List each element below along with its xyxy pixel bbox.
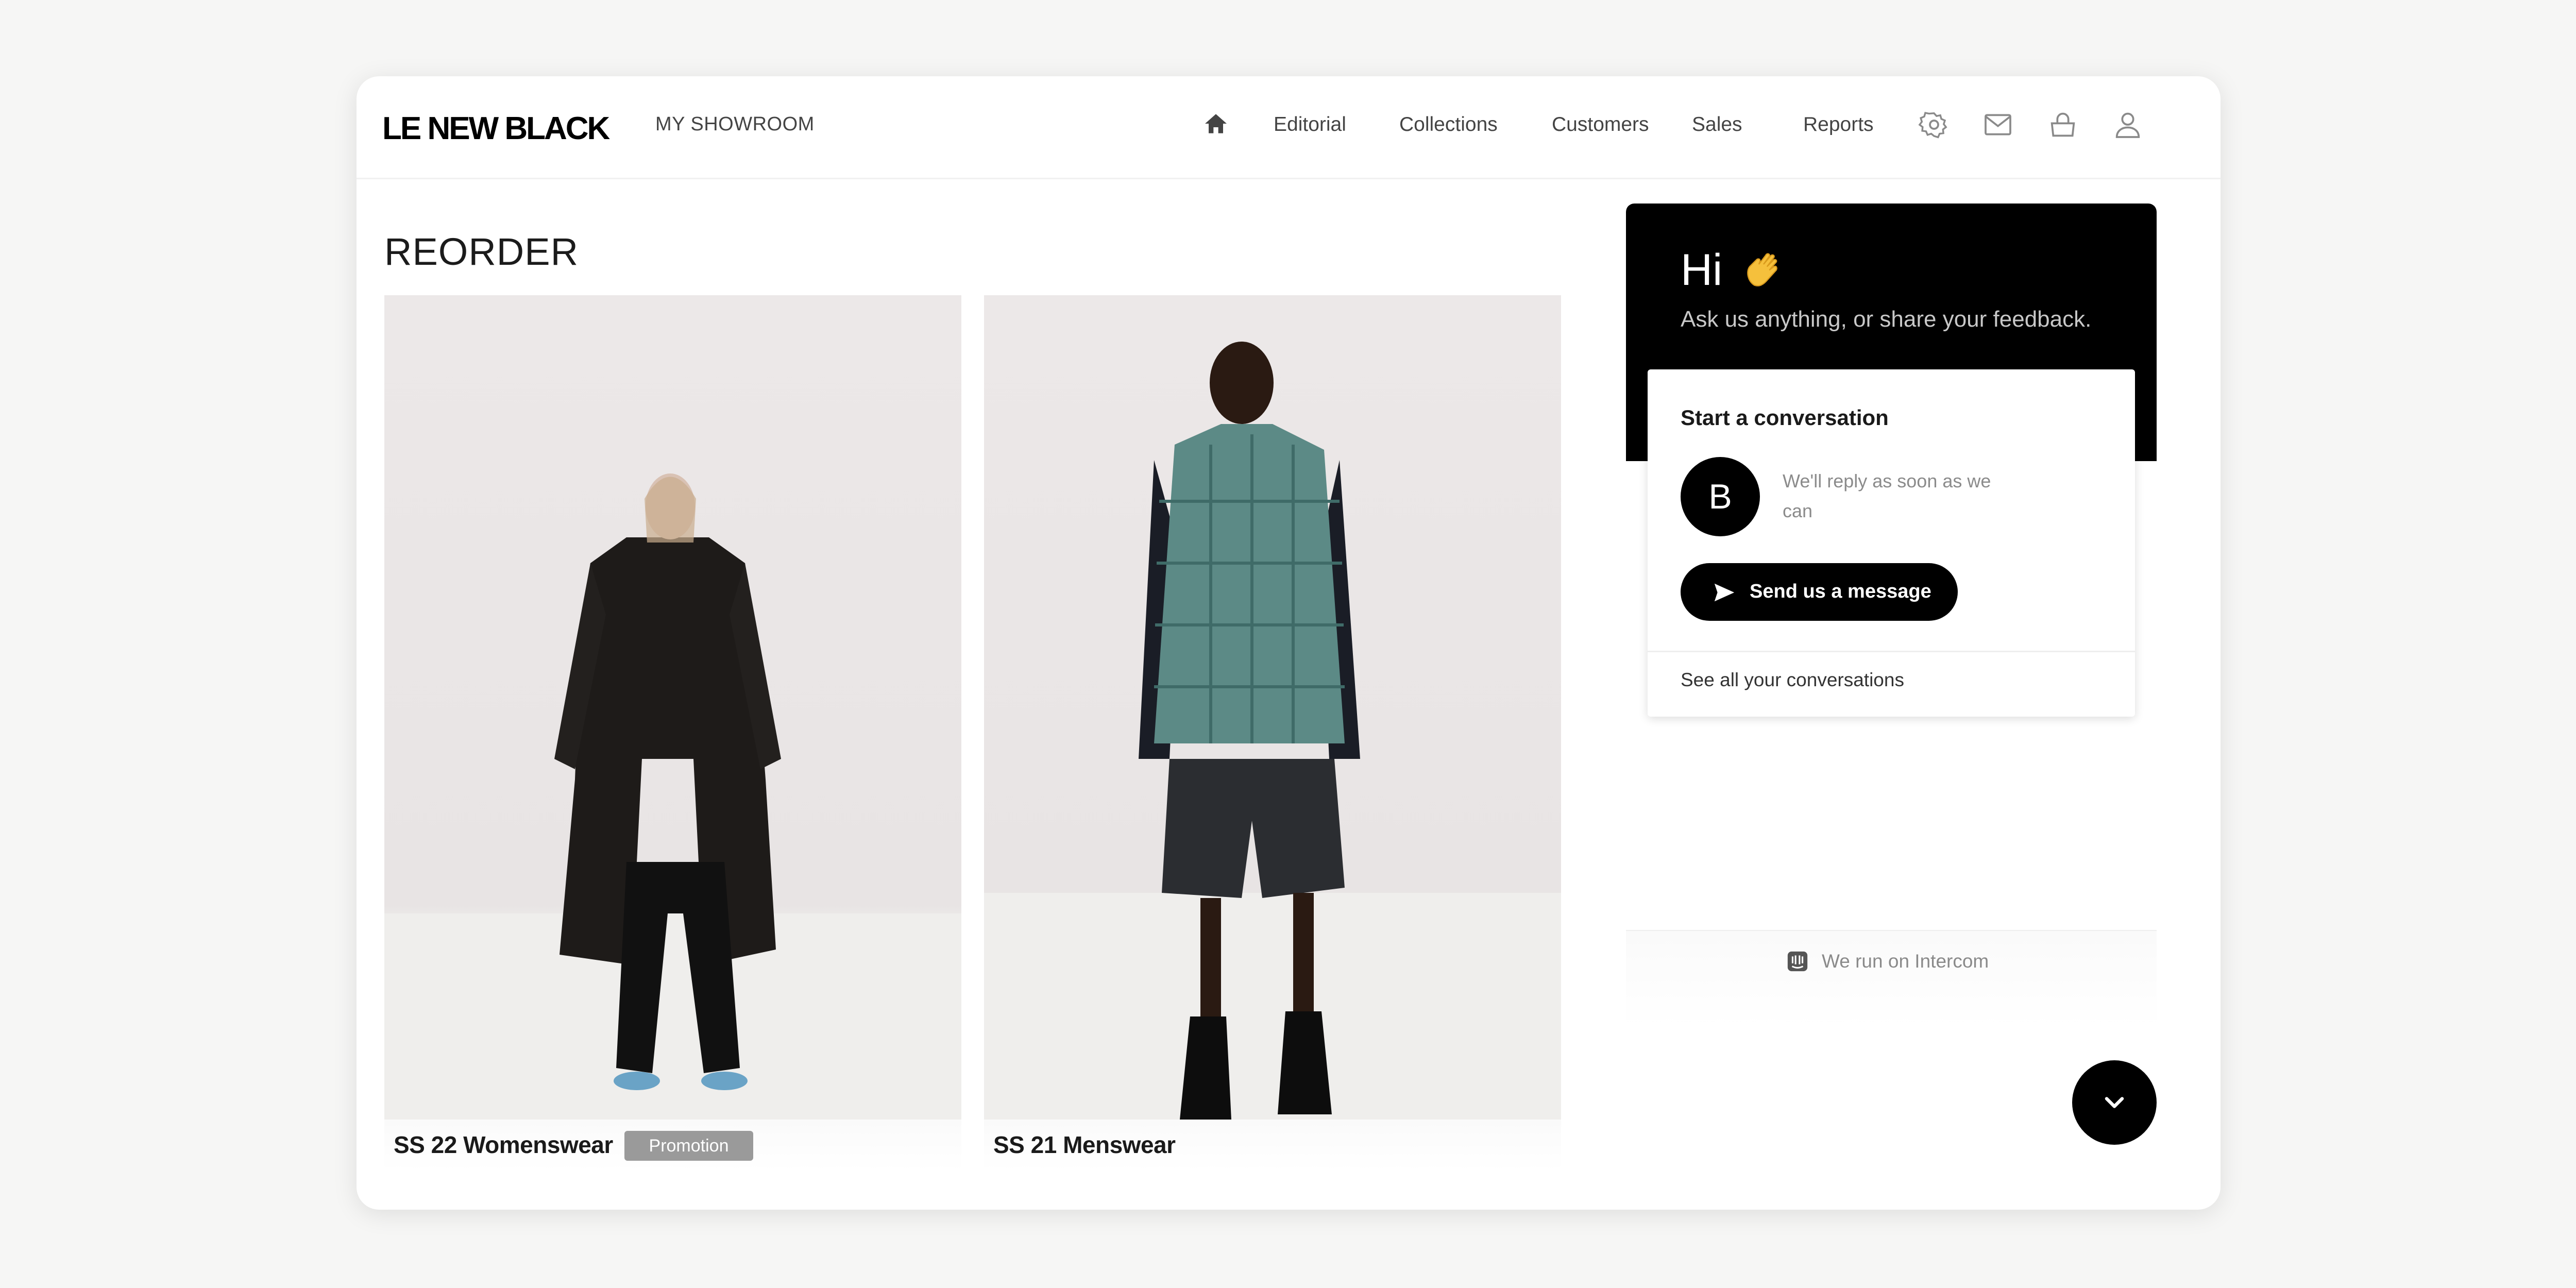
nav-item-reports[interactable]: Reports bbox=[1803, 113, 1874, 136]
top-navigation-bar: LE NEW BLACK MY SHOWROOM Editorial Colle… bbox=[357, 76, 2221, 179]
reply-time-note: We'll reply as soon as we can bbox=[1783, 470, 1991, 521]
messenger-footer: We run on Intercom bbox=[1626, 930, 2157, 1028]
inbox-icon[interactable] bbox=[1981, 108, 2014, 141]
collection-photo[interactable] bbox=[984, 295, 1561, 1120]
user-icon[interactable] bbox=[2111, 108, 2144, 141]
greeting-text: Hi bbox=[1681, 245, 1723, 295]
card-title: SS 21 Menswear bbox=[993, 1131, 1176, 1158]
intercom-messenger: Hi Ask us anything, or share your feedba… bbox=[1626, 204, 2157, 1028]
messenger-subtitle: Ask us anything, or share your feedback. bbox=[1681, 307, 2092, 332]
start-conversation-card: Start a conversation B We'll reply as so… bbox=[1648, 369, 2135, 717]
chevron-down-icon bbox=[2105, 1097, 2124, 1108]
app-window: LE NEW BLACK MY SHOWROOM Editorial Colle… bbox=[357, 76, 2221, 1210]
conversation-card-title: Start a conversation bbox=[1681, 405, 1889, 430]
collection-card-womenswear[interactable]: SS 22 Womenswear Promotion bbox=[384, 295, 961, 1171]
brand-logo[interactable]: LE NEW BLACK bbox=[382, 110, 610, 147]
team-avatar: B bbox=[1681, 457, 1760, 536]
collection-photo[interactable] bbox=[384, 295, 961, 1120]
card-title: SS 22 Womenswear bbox=[394, 1131, 613, 1158]
divider bbox=[1648, 651, 2135, 652]
my-showroom-link[interactable]: MY SHOWROOM bbox=[655, 113, 815, 135]
card-caption: SS 21 Menswear bbox=[984, 1120, 1561, 1171]
waving-hand-icon bbox=[1740, 246, 1787, 292]
basket-icon[interactable] bbox=[2046, 108, 2079, 141]
nav-item-collections[interactable]: Collections bbox=[1399, 113, 1498, 136]
page-title: REORDER bbox=[384, 230, 579, 273]
send-icon bbox=[1713, 581, 1736, 604]
see-all-conversations-link[interactable]: See all your conversations bbox=[1681, 669, 1904, 691]
intercom-logo-icon bbox=[1786, 950, 1809, 973]
card-caption: SS 22 Womenswear Promotion bbox=[384, 1120, 961, 1171]
messenger-launcher-button[interactable] bbox=[2072, 1060, 2157, 1145]
send-message-button[interactable]: Send us a message bbox=[1681, 563, 1958, 621]
nav-item-editorial[interactable]: Editorial bbox=[1274, 113, 1346, 136]
send-message-label: Send us a message bbox=[1750, 581, 1931, 602]
settings-icon[interactable] bbox=[1918, 108, 1951, 141]
intercom-credit[interactable]: We run on Intercom bbox=[1822, 951, 1989, 972]
collection-card-menswear[interactable]: SS 21 Menswear bbox=[984, 295, 1561, 1171]
nav-item-sales[interactable]: Sales bbox=[1692, 113, 1742, 136]
promotion-badge: Promotion bbox=[624, 1131, 753, 1161]
nav-item-customers[interactable]: Customers bbox=[1552, 113, 1649, 136]
home-icon[interactable] bbox=[1201, 109, 1230, 138]
